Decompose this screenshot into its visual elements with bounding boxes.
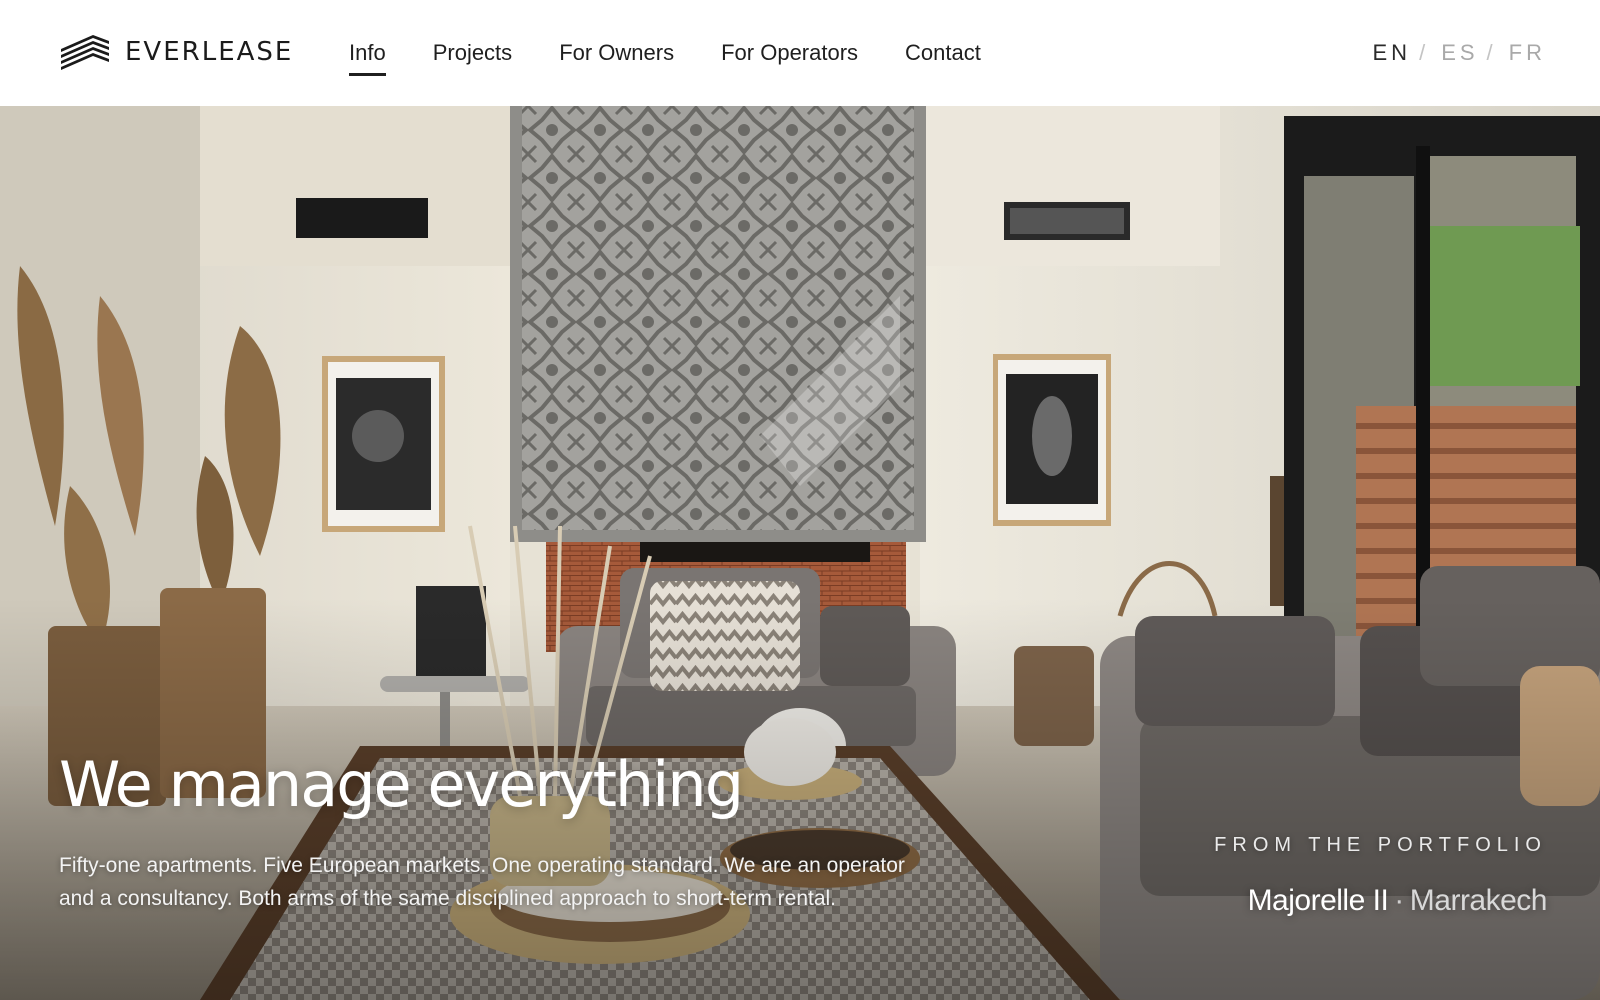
portfolio-project-name: Majorelle II <box>1247 884 1389 917</box>
main-nav: Info Projects For Owners For Operators C… <box>349 0 1028 106</box>
brand-name: EVERLEASE <box>125 37 294 67</box>
lang-separator: / <box>1419 40 1430 65</box>
portfolio-separator: · <box>1394 884 1404 917</box>
lang-es[interactable]: ES <box>1441 40 1478 66</box>
stacked-lines-logo-icon <box>61 35 109 70</box>
portfolio-project-link[interactable]: Majorelle II · Marrakech <box>1247 884 1548 918</box>
language-switcher: EN / ES / FR <box>1373 0 1547 106</box>
portfolio-label: FROM THE PORTFOLIO <box>1214 834 1547 856</box>
lang-en[interactable]: EN <box>1373 40 1412 66</box>
nav-item-info[interactable]: Info <box>349 42 386 76</box>
nav-item-for-operators[interactable]: For Operators <box>721 42 858 64</box>
nav-item-projects[interactable]: Projects <box>433 42 512 64</box>
brand-logo[interactable]: EVERLEASE <box>59 33 293 71</box>
portfolio-project-city: Marrakech <box>1409 884 1548 917</box>
hero-section: We manage everything Fifty-one apartment… <box>0 106 1600 1000</box>
hero-headline: We manage everything <box>59 747 744 821</box>
nav-item-contact[interactable]: Contact <box>905 42 981 64</box>
nav-item-for-owners[interactable]: For Owners <box>559 42 674 64</box>
hero-subtext: Fifty-one apartments. Five European mark… <box>59 854 905 910</box>
site-header: EVERLEASE Info Projects For Owners For O… <box>0 0 1600 106</box>
lang-separator: / <box>1486 40 1497 65</box>
lang-fr[interactable]: FR <box>1509 40 1546 66</box>
